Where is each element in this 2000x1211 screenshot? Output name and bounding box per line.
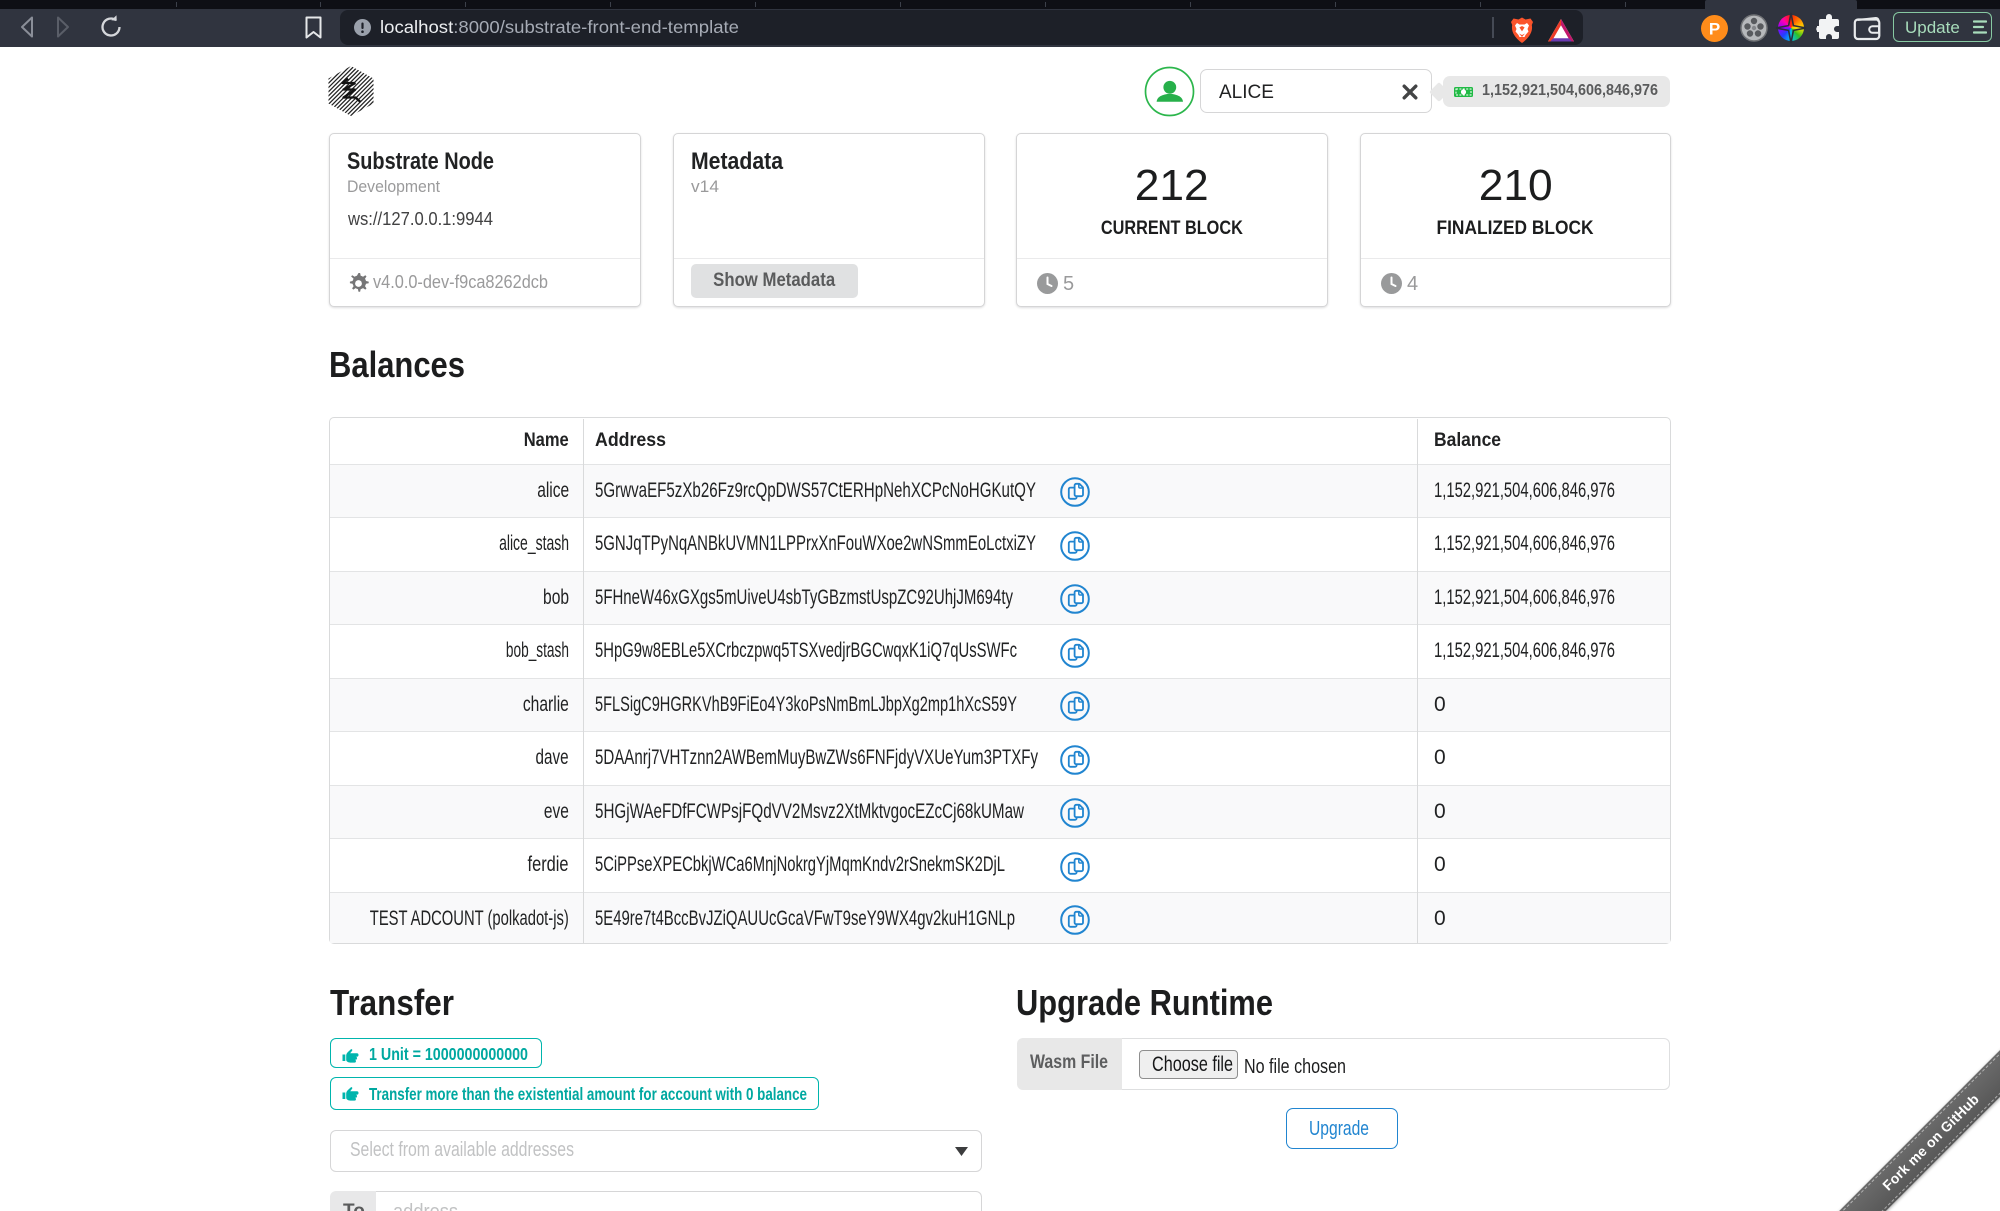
svg-text:P: P	[1709, 20, 1720, 39]
